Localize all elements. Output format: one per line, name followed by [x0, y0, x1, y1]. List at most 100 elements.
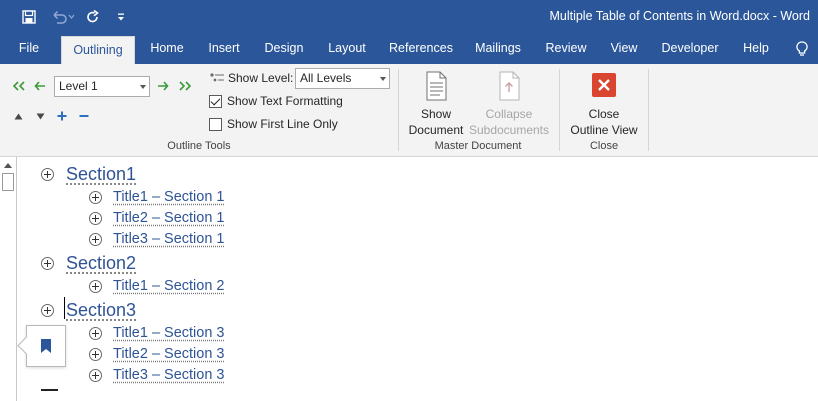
text-cursor [64, 297, 65, 319]
tell-me-button[interactable] [790, 34, 814, 64]
title-bar: Multiple Table of Contents in Word.docx … [0, 0, 818, 34]
move-up-button[interactable] [11, 110, 25, 122]
save-icon [22, 10, 36, 24]
outline-item-level2[interactable]: Title3 – Section 1 [89, 229, 225, 249]
customize-qat-icon [118, 13, 124, 21]
group-separator [398, 69, 399, 151]
tab-developer[interactable]: Developer [656, 34, 724, 64]
demote-button[interactable] [155, 79, 171, 93]
outline-heading-text: Title2 – Section 1 [113, 210, 225, 226]
show-document-label[interactable]: Show Document [404, 106, 468, 138]
tab-view[interactable]: View [604, 34, 644, 64]
outline-heading-text: Title3 – Section 3 [113, 367, 225, 383]
tab-mailings[interactable]: Mailings [469, 34, 527, 64]
expand-button[interactable] [55, 109, 69, 123]
expand-outline-icon[interactable] [41, 303, 54, 317]
scroll-thumb[interactable] [2, 173, 14, 191]
customize-qat-button[interactable] [112, 0, 130, 34]
close-outline-view-label[interactable]: Close Outline View [564, 106, 644, 138]
show-level-label: Show Level: [228, 71, 294, 85]
tab-help[interactable]: Help [736, 34, 776, 64]
scroll-up-icon[interactable] [4, 163, 12, 168]
bookmark-icon [41, 339, 51, 353]
checkbox-checked-icon [209, 94, 222, 108]
checkbox-unchecked-icon [209, 117, 222, 131]
collapse-subdocuments-icon [499, 71, 520, 101]
undo-button[interactable] [48, 0, 78, 34]
demote-to-body-text-button[interactable] [176, 79, 194, 93]
outline-level-value: Level 1 [59, 79, 98, 93]
expand-outline-icon[interactable] [89, 326, 102, 340]
outline-item-level1[interactable]: Section3 [41, 298, 136, 322]
outline-item-level2[interactable]: Title2 – Section 1 [89, 208, 225, 228]
show-first-line-only-checkbox[interactable]: Show First Line Only [209, 117, 338, 131]
expand-outline-icon[interactable] [41, 256, 54, 270]
plus-icon [57, 111, 67, 121]
show-level-select[interactable]: All Levels [295, 68, 390, 89]
expand-outline-icon[interactable] [89, 211, 102, 225]
close-outline-view-button[interactable] [591, 72, 617, 98]
close-outline-view-label-line2: Outline View [570, 123, 638, 137]
collapse-subdocuments-label: Collapse Subdocuments [466, 106, 552, 138]
collapse-subdocuments-label-line1: Collapse [485, 107, 533, 121]
show-document-label-line2: Document [408, 123, 464, 137]
tab-outlining[interactable]: Outlining [61, 36, 135, 64]
outline-item-level2[interactable]: Title1 – Section 2 [89, 276, 225, 296]
move-down-button[interactable] [33, 110, 47, 122]
tab-layout[interactable]: Layout [321, 34, 373, 64]
outline-item-level2[interactable]: Title1 – Section 1 [89, 187, 225, 207]
window-title: Multiple Table of Contents in Word.docx … [549, 9, 810, 23]
tab-file[interactable]: File [10, 34, 48, 64]
promote-button[interactable] [32, 79, 48, 93]
collapse-subdocuments-button[interactable] [495, 70, 523, 102]
outline-heading-text: Title1 – Section 2 [113, 278, 225, 294]
arrow-right-icon [158, 81, 169, 91]
outline-item-level2[interactable]: Title3 – Section 3 [89, 365, 225, 385]
end-of-document-marker [41, 389, 58, 391]
close-icon [592, 73, 616, 97]
tab-design[interactable]: Design [259, 34, 309, 64]
lightbulb-icon [796, 41, 808, 56]
show-text-formatting-label: Show Text Formatting [227, 94, 343, 108]
outline-heading-text: Section2 [66, 252, 137, 273]
ribbon-tabs: File Outlining Home Insert Design Layout… [0, 34, 818, 64]
tab-references[interactable]: References [386, 34, 456, 64]
redo-button[interactable] [82, 0, 104, 34]
vertical-scrollbar[interactable] [0, 157, 17, 401]
expand-outline-icon[interactable] [89, 232, 102, 246]
redo-icon [87, 10, 99, 23]
outline-item-level1[interactable]: Section1 [41, 162, 136, 186]
double-arrow-left-icon [12, 81, 25, 91]
outline-heading-text: Title3 – Section 1 [113, 231, 225, 247]
outline-item-level2[interactable]: Title1 – Section 3 [89, 323, 225, 343]
show-level-icon [208, 71, 226, 85]
double-arrow-right-icon [179, 81, 192, 91]
group-label-close: Close [589, 140, 619, 152]
group-separator [559, 69, 560, 151]
tab-home[interactable]: Home [143, 34, 191, 64]
outline-heading-text: Title2 – Section 3 [113, 346, 225, 362]
outline-item-level2[interactable]: Title2 – Section 3 [89, 344, 225, 364]
expand-outline-icon[interactable] [89, 279, 102, 293]
expand-outline-icon[interactable] [89, 190, 102, 204]
undo-icon [53, 10, 75, 24]
collapse-button[interactable] [77, 109, 91, 123]
outline-level-select[interactable]: Level 1 [54, 76, 150, 97]
expand-outline-icon[interactable] [89, 347, 102, 361]
save-button[interactable] [18, 0, 40, 34]
ribbon: Level 1 Show Level: All Levels Show Text… [0, 64, 818, 157]
show-document-button[interactable] [422, 70, 450, 102]
promote-to-heading1-button[interactable] [10, 79, 28, 93]
show-document-icon [426, 71, 447, 101]
bookmark-callout[interactable] [26, 325, 66, 367]
tab-insert[interactable]: Insert [201, 34, 247, 64]
group-label-outline-tools: Outline Tools [167, 140, 231, 152]
tab-review[interactable]: Review [540, 34, 592, 64]
expand-outline-icon[interactable] [89, 368, 102, 382]
expand-outline-icon[interactable] [41, 167, 54, 181]
show-text-formatting-checkbox[interactable]: Show Text Formatting [209, 94, 343, 108]
outline-heading-text: Title1 – Section 3 [113, 325, 225, 341]
document-area[interactable]: Section1 Title1 – Section 1 Title2 – Sec… [0, 157, 818, 401]
outline-item-level1[interactable]: Section2 [41, 251, 136, 275]
group-label-master-document: Master Document [434, 140, 522, 152]
